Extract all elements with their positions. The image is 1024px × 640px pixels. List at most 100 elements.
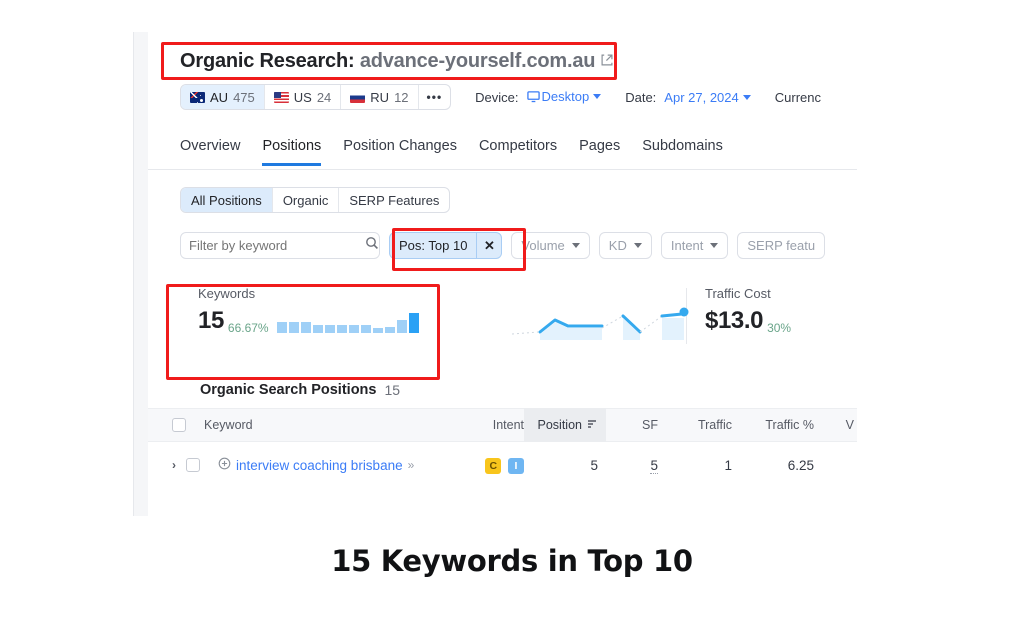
tab-positions[interactable]: Positions: [262, 138, 322, 166]
filter-bar: Pos: Top 10 ✕ Volume KD Intent SERP feat…: [180, 232, 826, 259]
device-value[interactable]: Desktop: [526, 88, 602, 106]
keywords-card-percent: 66.67%: [227, 321, 269, 335]
db-code-ru: RU: [370, 89, 390, 105]
chevron-down-icon[interactable]: [593, 93, 602, 99]
kd-filter-label: KD: [608, 238, 627, 253]
table-header-keyword-cell: Keyword: [148, 418, 448, 432]
date-value[interactable]: Apr 27, 2024: [664, 89, 751, 105]
flag-us-icon: [273, 91, 289, 103]
database-group: AU 475 US 24 RU 12 •••: [180, 84, 452, 110]
intent-badge-commercial[interactable]: C: [485, 457, 502, 474]
traffic-cost-label: Traffic Cost: [705, 286, 771, 301]
table-title-row: Organic Search Positions 15: [148, 372, 857, 408]
db-count-ru: 12: [394, 89, 409, 105]
row-traffic-cell: 1: [724, 457, 732, 473]
db-code-au: AU: [210, 89, 229, 105]
traffic-cost-value-row: $13.0 30%: [705, 307, 857, 335]
device-value-text: Desktop: [541, 88, 590, 104]
currency-selector[interactable]: Currenc: [775, 90, 821, 105]
device-selector[interactable]: Device: Desktop: [475, 88, 602, 106]
tab-overview[interactable]: Overview: [180, 138, 240, 166]
sparkline-bar: [372, 328, 383, 333]
position-filter-label: Pos: Top 10: [399, 238, 468, 253]
flag-ru-icon: [350, 91, 366, 103]
row-checkbox[interactable]: [186, 458, 200, 472]
column-header-sf[interactable]: SF: [606, 418, 658, 432]
sparkline-bar: [384, 327, 395, 333]
row-position-cell: 5: [590, 457, 598, 473]
kd-filter[interactable]: KD: [598, 232, 652, 259]
page-title: Organic Research: advance-yourself.com.a…: [180, 50, 614, 73]
sparkline-bar: [408, 313, 419, 333]
flag-au-icon: [190, 91, 205, 103]
sparkline-bar: [348, 325, 359, 333]
tab-position-changes[interactable]: Position Changes: [343, 138, 457, 166]
row-intent-cell: C I: [448, 457, 524, 474]
add-keyword-icon[interactable]: [218, 457, 231, 473]
sparkline-bar: [312, 325, 323, 333]
db-item-au[interactable]: AU 475: [181, 85, 265, 109]
trend-sparklines: [510, 272, 689, 360]
table-row[interactable]: › interview coaching brisbane » C I 5 5 …: [148, 442, 857, 488]
expand-row-icon[interactable]: ›: [172, 458, 176, 472]
sparkline-bar: [300, 322, 311, 333]
column-header-keyword[interactable]: Keyword: [204, 418, 253, 432]
date-value-text: Apr 27, 2024: [664, 89, 739, 105]
close-icon[interactable]: ✕: [476, 233, 501, 258]
tab-subdomains[interactable]: Subdomains: [642, 138, 723, 166]
column-header-intent[interactable]: Intent: [448, 418, 524, 432]
select-all-checkbox[interactable]: [172, 418, 186, 432]
keyword-overview-icon[interactable]: »: [408, 458, 415, 472]
search-icon[interactable]: [365, 236, 379, 255]
intent-badge-informational[interactable]: I: [508, 457, 524, 474]
positions-segmented-control: All Positions Organic SERP Features: [180, 187, 451, 213]
segment-organic[interactable]: Organic: [273, 188, 340, 212]
row-keyword-link[interactable]: interview coaching brisbane: [236, 458, 403, 473]
column-header-position[interactable]: Position: [524, 408, 606, 442]
chevron-down-icon[interactable]: [742, 94, 751, 100]
currency-label: Currenc: [774, 89, 821, 105]
chevron-down-icon: [633, 243, 642, 248]
page-title-prefix: Organic Research:: [180, 50, 355, 72]
position-filter-chip[interactable]: Pos: Top 10 ✕: [389, 232, 503, 259]
sparkline-bar: [396, 320, 407, 333]
app-content: Organic Research: advance-yourself.com.a…: [148, 32, 857, 516]
keywords-sparkline-chart: [276, 311, 419, 333]
row-sf-value[interactable]: 5: [650, 457, 658, 474]
tab-pages[interactable]: Pages: [579, 138, 620, 166]
intent-filter[interactable]: Intent: [660, 232, 729, 259]
column-header-traffic-pct[interactable]: Traffic %: [732, 418, 814, 432]
keyword-filter[interactable]: [180, 232, 380, 259]
keywords-card: Keywords 15 66.67%: [180, 272, 510, 360]
date-selector[interactable]: Date: Apr 27, 2024: [625, 90, 751, 105]
db-item-ru[interactable]: RU 12: [341, 85, 419, 109]
chevron-down-icon: [710, 243, 719, 248]
sparkline-bar: [276, 322, 287, 333]
serp-features-filter[interactable]: SERP featu: [737, 232, 826, 259]
column-header-traffic[interactable]: Traffic: [658, 418, 732, 432]
segment-serp-features[interactable]: SERP Features: [339, 188, 449, 212]
db-item-us[interactable]: US 24: [265, 85, 342, 109]
keywords-card-label: Keywords: [198, 286, 256, 301]
traffic-cost-value: $13.0: [705, 307, 764, 334]
table-title: Organic Search Positions: [200, 382, 377, 398]
sort-icon[interactable]: [587, 418, 598, 432]
search-input[interactable]: [189, 238, 365, 253]
row-sf-cell: 5: [606, 457, 658, 474]
external-link-icon[interactable]: [600, 50, 614, 73]
sparkline-bar: [324, 325, 335, 333]
db-code-us: US: [293, 89, 312, 105]
traffic-cost-percent: 30%: [767, 321, 792, 335]
traffic-cost-card: Traffic Cost $13.0 30%: [687, 272, 857, 360]
tab-competitors[interactable]: Competitors: [479, 138, 557, 166]
metrics-row: Keywords 15 66.67% Traffic Cost $13.0 30…: [180, 272, 857, 360]
volume-filter-label: Volume: [521, 238, 565, 253]
column-header-volume[interactable]: V: [814, 418, 854, 432]
serp-features-filter-label: SERP featu: [747, 238, 816, 253]
database-bar: AU 475 US 24 RU 12 ••• Device: Desktop D…: [180, 84, 821, 110]
db-more-button[interactable]: •••: [419, 85, 451, 109]
segment-all-positions[interactable]: All Positions: [181, 188, 273, 212]
volume-filter[interactable]: Volume: [511, 232, 590, 259]
tabs-divider: [148, 169, 857, 170]
row-keyword-cell: › interview coaching brisbane »: [148, 457, 448, 473]
